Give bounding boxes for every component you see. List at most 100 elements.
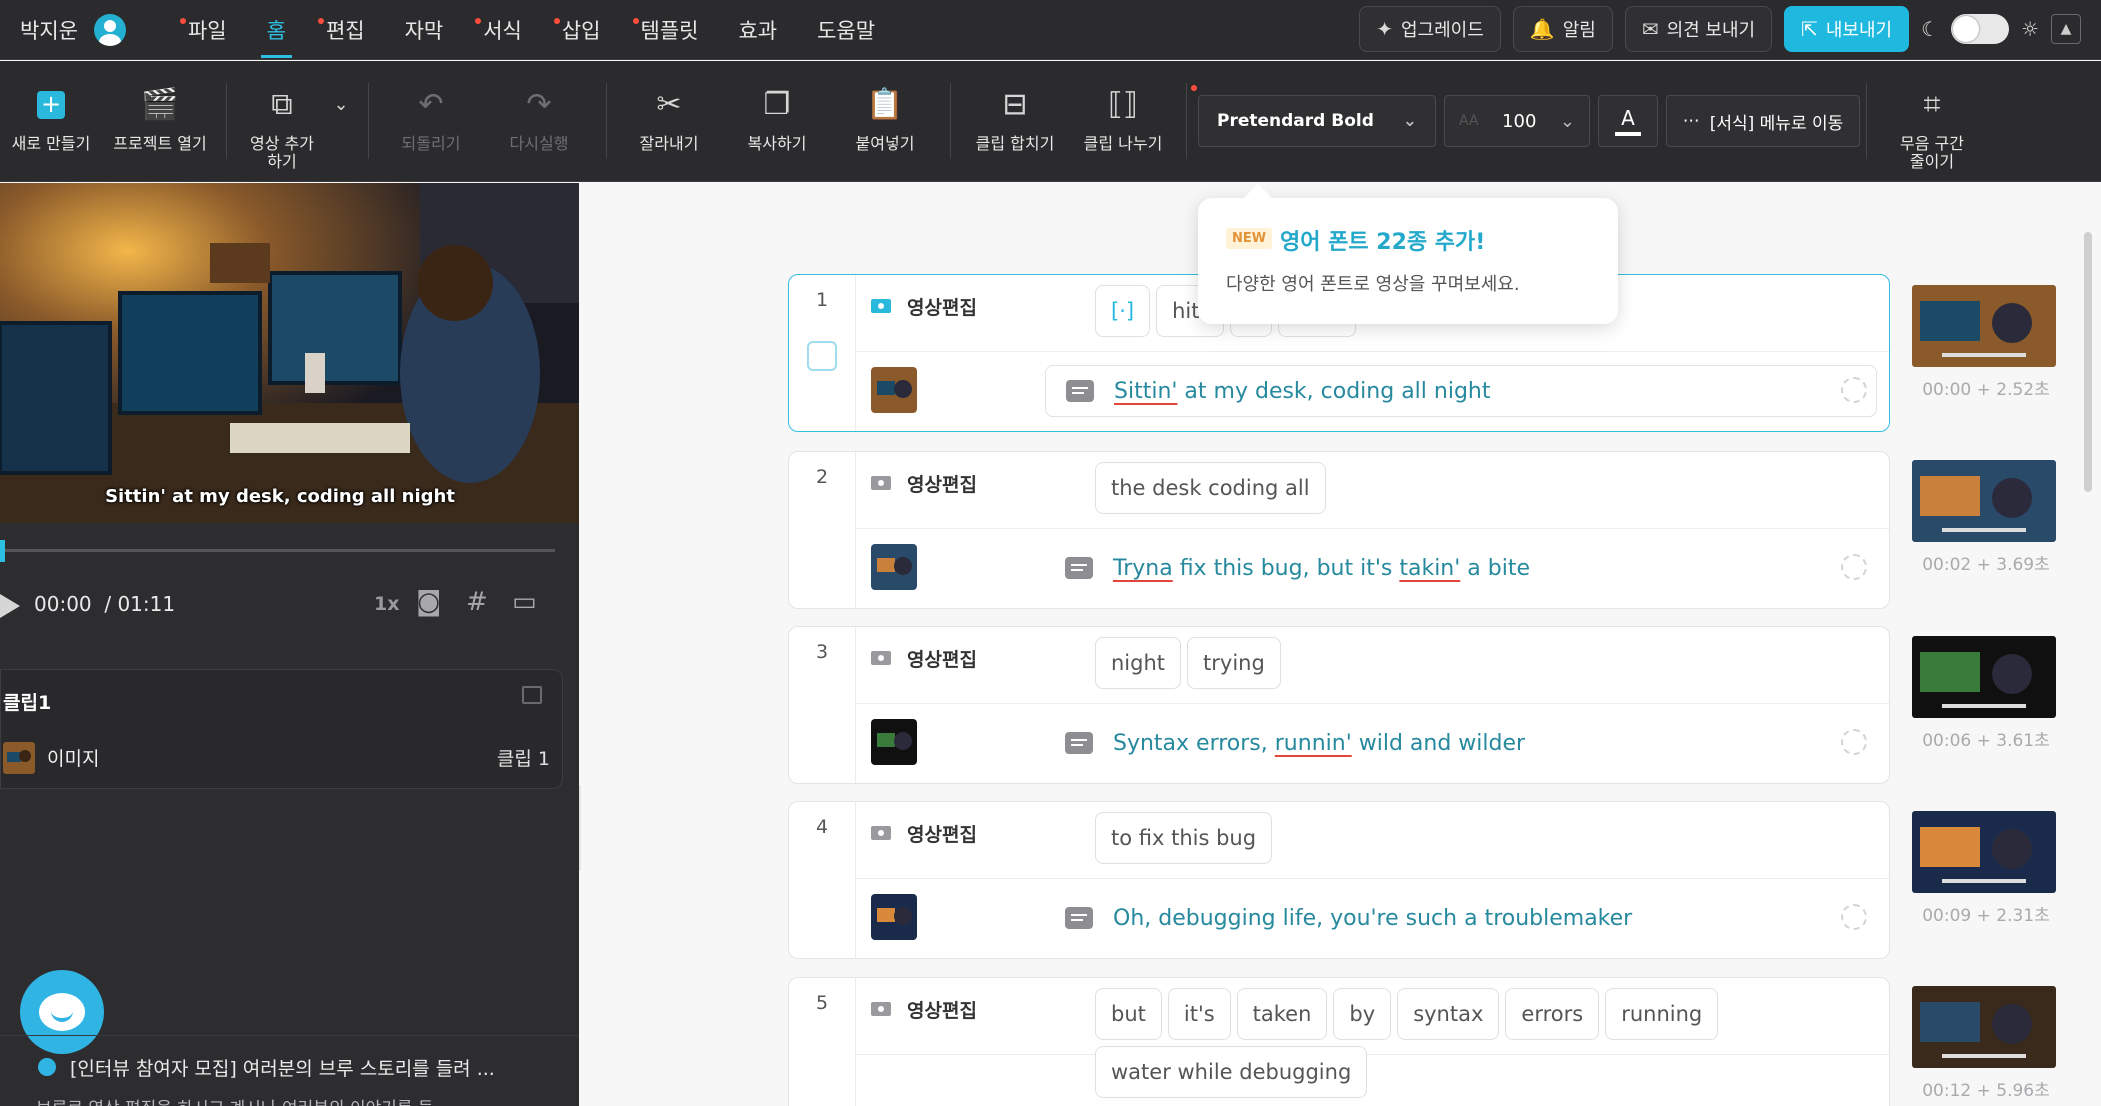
clip-thumbnail [871, 367, 917, 413]
clip-preview-thumbnail[interactable] [1912, 460, 2056, 542]
word-chip[interactable]: to fix this bug [1095, 812, 1273, 864]
split-clip-button[interactable]: ⟦⟧ 클립 나누기 [1076, 61, 1170, 182]
word-chip[interactable]: but [1095, 988, 1162, 1040]
menu-7[interactable]: 효과 [718, 0, 797, 60]
word-chip[interactable]: by [1333, 988, 1392, 1040]
preview-frame [0, 183, 579, 523]
export-button[interactable]: ⇱ 내보내기 [1784, 6, 1910, 52]
video-camera-icon [871, 1002, 891, 1016]
divider [855, 452, 856, 608]
chevron-down-icon: ⌄ [333, 94, 349, 115]
chevron-down-icon: ⌄ [1559, 110, 1575, 132]
sun-icon: ☼ [2021, 17, 2039, 41]
open-project-button[interactable]: 🎬 프로젝트 열기 [108, 61, 212, 182]
clip-number: 5 [815, 992, 829, 1014]
menu-6[interactable]: 템플릿 [621, 0, 719, 60]
word-chips: to fix this bug [1095, 812, 1875, 864]
upgrade-button[interactable]: ✦ 업그레이드 [1359, 6, 1501, 52]
link-icon[interactable] [1841, 904, 1867, 930]
subtitle-field[interactable]: Syntax errors, runnin' wild and wilder [1045, 717, 1877, 769]
clip-timecode: 00:00 + 2.52초 [1922, 380, 2050, 400]
spelling-flagged-word: runnin' [1274, 730, 1352, 756]
playback-speed[interactable]: 1x [374, 593, 399, 615]
screenshot-icon[interactable]: ◙ [416, 587, 441, 617]
menubar: 박지운 파일 홈 편집 자막 서식 삽입 템플릿 효과 도움말 ✦ 업그레이드 🔔 알림 ✉ 의견 보… [0, 0, 2101, 60]
clip-timecode: 00:12 + 5.96초 [1922, 1081, 2050, 1101]
clip-card-row[interactable]: 5 영상편집 but it's taken by syntax errors running wa… [788, 977, 1890, 1106]
menu-0[interactable]: 파일 [168, 0, 247, 60]
font-color-button[interactable]: A [1598, 95, 1658, 147]
clipboard-icon: 📋 [866, 87, 904, 122]
notification-button[interactable]: 🔔 알림 [1512, 6, 1613, 52]
menu-1[interactable]: 홈 [247, 0, 306, 60]
bell-icon: 🔔 [1529, 17, 1555, 41]
word-chip[interactable]: errors [1505, 988, 1600, 1040]
copy-button[interactable]: ❐ 복사하기 [732, 61, 822, 182]
format-menu-button[interactable]: ⋯ [서식] 메뉴로 이동 [1666, 95, 1860, 147]
word-chip[interactable]: taken [1236, 988, 1328, 1040]
cut-button[interactable]: ✂ 잘라내기 [624, 61, 714, 182]
word-chip[interactable]: water while debugging [1095, 1046, 1368, 1098]
menu-4[interactable]: 서식 [463, 0, 542, 60]
grid-icon[interactable]: # [466, 587, 488, 617]
collapse-ribbon-button[interactable]: ▲ [2051, 14, 2081, 44]
menu-8[interactable]: 도움말 [797, 0, 895, 60]
feedback-button[interactable]: ✉ 의견 보내기 [1624, 6, 1773, 52]
playhead-handle[interactable] [0, 540, 5, 562]
clip-checkbox[interactable] [807, 341, 837, 371]
merge-clip-button[interactable]: ⊟ 클립 합치기 [968, 61, 1062, 182]
new-feature-tooltip[interactable]: NEW 영어 폰트 22종 추가! 다양한 영어 폰트로 영상을 꾸며보세요. [1198, 198, 1618, 324]
merge-icon: ⊟ [1002, 87, 1028, 122]
user-area[interactable]: 박지운 [0, 13, 126, 46]
word-chip[interactable]: [·] [1095, 285, 1151, 337]
word-chip[interactable]: it's [1167, 988, 1231, 1040]
reduce-silence-button[interactable]: ⌗ 무음 구간 줄이기 [1886, 61, 1978, 182]
clip-preview-thumbnail[interactable] [1912, 811, 2056, 893]
playback-time: 00:00 / 01:11 [34, 592, 176, 616]
word-chip[interactable]: the desk coding all [1095, 462, 1326, 514]
subtitle-field[interactable]: Tryna fix this bug, but it's takin' a bi… [1045, 542, 1877, 594]
clip-preview-thumbnail[interactable] [1912, 285, 2056, 367]
link-icon[interactable] [1841, 554, 1867, 580]
subtitle-field[interactable]: Oh, debugging life, you're such a troubl… [1045, 892, 1877, 944]
font-family-select[interactable]: Pretendard Bold ⌄ [1198, 95, 1436, 147]
timeline-scrubber[interactable] [0, 549, 555, 552]
menu-update-dot [179, 17, 186, 24]
subtitle-icon [1065, 557, 1093, 579]
link-icon[interactable] [1841, 729, 1867, 755]
clip-preview-thumbnail[interactable] [1912, 986, 2056, 1068]
word-chip[interactable]: trying [1187, 637, 1281, 689]
clip-preview-thumbnail[interactable] [1912, 636, 2056, 718]
redo-button[interactable]: ↷ 다시실행 [494, 61, 584, 182]
word-chip[interactable]: running [1605, 988, 1719, 1040]
clip-card-row[interactable]: 3 영상편집 night trying Syntax errors, runnin' w… [788, 626, 1890, 784]
menu-3[interactable]: 자막 [385, 0, 464, 60]
subtitle-toggle-icon[interactable]: ▭ [512, 587, 537, 617]
new-project-button[interactable]: + 새로 만들기 [6, 61, 96, 182]
add-video-dropdown[interactable]: ⌄ [326, 61, 356, 182]
subtitle-field[interactable]: Sittin' at my desk, coding all night [1045, 365, 1877, 417]
add-video-button[interactable]: ⧉ 영상 추가하기 [234, 61, 330, 182]
subtitle-text: Sittin' at my desk, coding all night [1114, 379, 1491, 404]
word-chip[interactable]: syntax [1397, 988, 1500, 1040]
avatar[interactable] [93, 13, 126, 46]
clip-card-row[interactable]: 2 영상편집 the desk coding all Tryna fix this b… [788, 451, 1890, 609]
undo-button[interactable]: ↶ 되돌리기 [386, 61, 476, 182]
notice-banner[interactable]: [인터뷰 참여자 모집] 여러분의 브루 스토리를 들려 ... 브루로 영상 … [0, 1035, 579, 1106]
play-icon[interactable] [0, 594, 20, 618]
word-chip[interactable]: night [1095, 637, 1182, 689]
open-external-icon[interactable] [522, 686, 542, 704]
video-camera-icon [871, 299, 891, 313]
menu-5[interactable]: 삽입 [542, 0, 621, 60]
font-size-select[interactable]: AA 100 ⌄ [1444, 95, 1590, 147]
video-preview[interactable]: Sittin' at my desk, coding all night [0, 183, 579, 523]
word-chips: the desk coding all [1095, 462, 1875, 514]
menu-2[interactable]: 편집 [306, 0, 385, 60]
clip-card-row[interactable]: 4 영상편집 to fix this bug Oh, debugging life, … [788, 801, 1890, 959]
subtitle-text: Oh, debugging life, you're such a troubl… [1113, 906, 1632, 931]
theme-toggle[interactable] [1951, 14, 2010, 44]
clip-card[interactable]: 클립1 이미지 클립 1 [0, 669, 563, 789]
paste-button[interactable]: 📋 붙여넣기 [840, 61, 930, 182]
scrollbar[interactable] [2084, 232, 2092, 492]
link-icon[interactable] [1841, 377, 1867, 403]
